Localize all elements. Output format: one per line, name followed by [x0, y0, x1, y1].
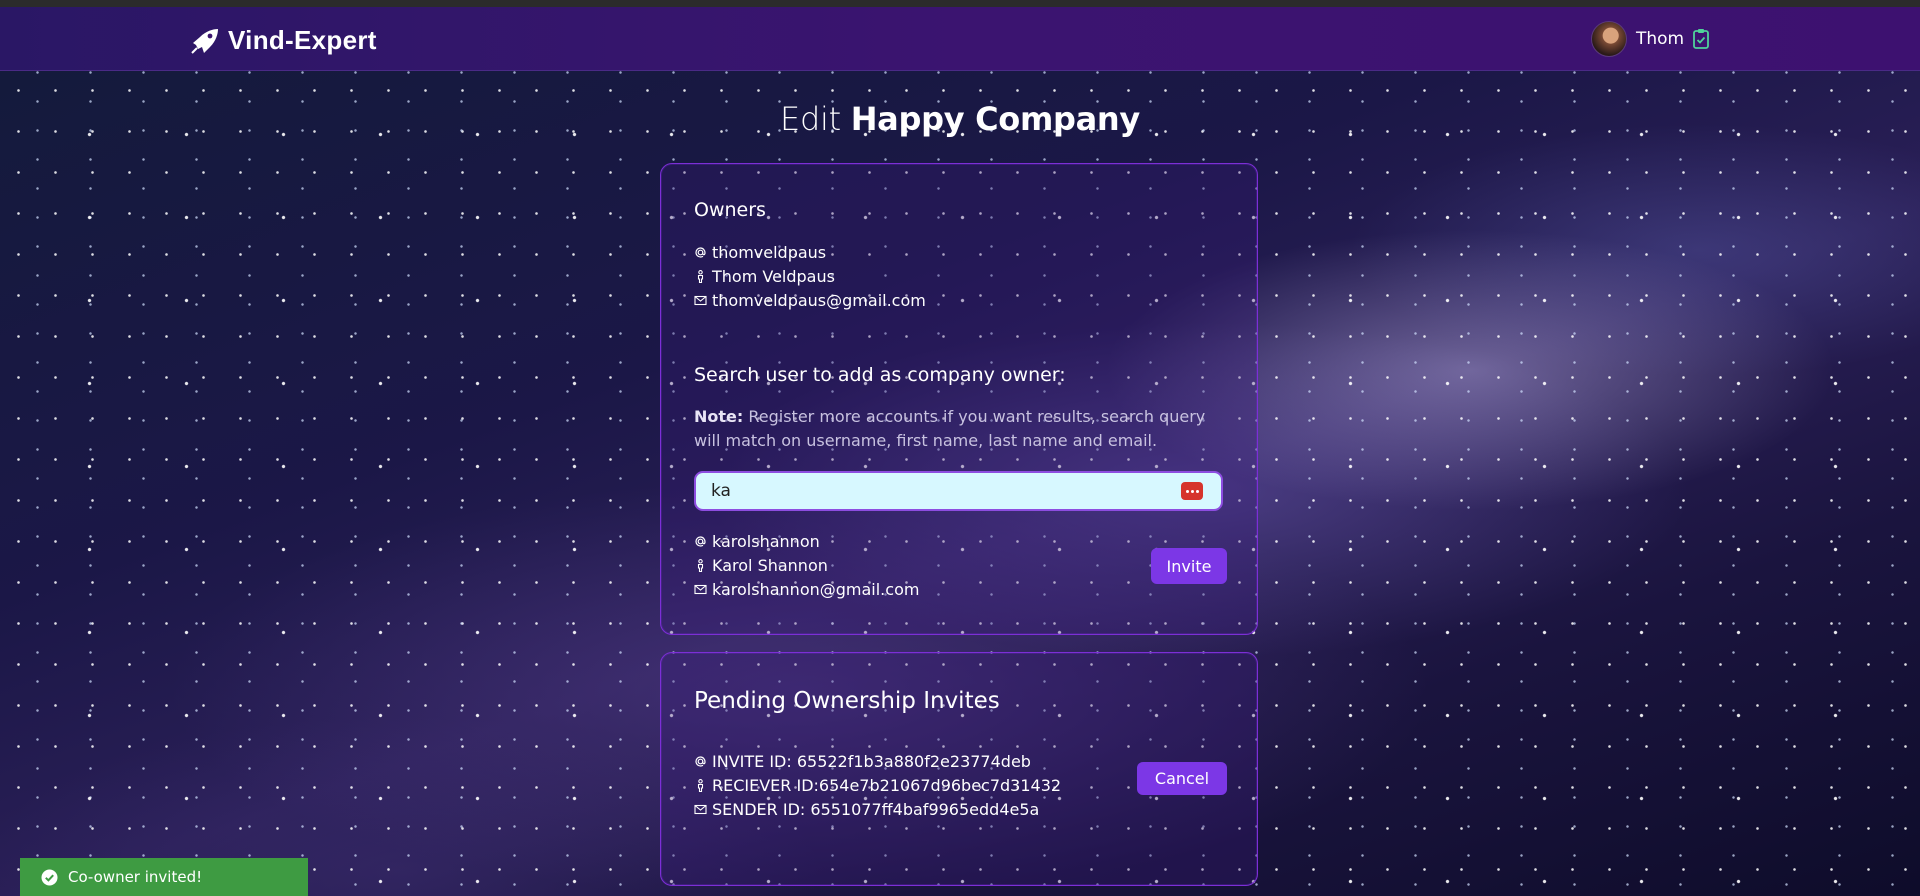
owner-email-row: thomveldpaus@gmail.com: [694, 291, 926, 310]
page-title-prefix: Edit: [780, 100, 841, 138]
receiver-id: RECIEVER ID:654e7b21067d96bec7d31432: [712, 776, 1062, 795]
search-input[interactable]: [696, 473, 1171, 509]
avatar[interactable]: [1591, 21, 1627, 57]
result-username-row: karolshannon: [694, 532, 820, 551]
sender-id: SENDER ID: 6551077ff4baf9965edd4e5a: [712, 800, 1040, 819]
result-email-row: karolshannon@gmail.com: [694, 580, 919, 599]
owners-heading: Owners: [694, 199, 766, 221]
top-navbar: Vind-Expert Thom: [0, 7, 1920, 71]
search-field[interactable]: [694, 471, 1223, 511]
note-text: Register more accounts if you want resul…: [694, 407, 1206, 450]
note-label: Note:: [694, 407, 744, 426]
user-menu[interactable]: Thom: [1591, 21, 1710, 57]
result-name-row: Karol Shannon: [694, 556, 828, 575]
owner-username-row: thomveldpaus: [694, 243, 826, 262]
person-icon: [697, 270, 704, 283]
success-toast[interactable]: Co-owner invited!: [20, 858, 308, 896]
cancel-invite-button[interactable]: Cancel: [1137, 762, 1227, 795]
person-icon: [697, 779, 704, 792]
company-name: Happy Company: [850, 100, 1141, 138]
result-username: karolshannon: [712, 532, 820, 551]
receiver-id-row: RECIEVER ID:654e7b21067d96bec7d31432: [694, 776, 1061, 795]
brand-link[interactable]: Vind-Expert: [190, 25, 377, 56]
result-email: karolshannon@gmail.com: [712, 580, 920, 599]
invite-button[interactable]: Invite: [1151, 548, 1227, 584]
owner-username: thomveldpaus: [712, 243, 827, 262]
invite-id-row: INVITE ID: 65522f1b3a880f2e23774deb: [694, 752, 1031, 771]
search-note: Note: Register more accounts if you want…: [694, 405, 1234, 453]
page-title: Edit Happy Company: [0, 100, 1920, 138]
pending-heading: Pending Ownership Invites: [694, 688, 1000, 714]
result-full-name: Karol Shannon: [712, 556, 828, 575]
owner-email: thomveldpaus@gmail.com: [712, 291, 926, 310]
clipboard-check-icon[interactable]: [1692, 28, 1710, 50]
at-icon: [695, 756, 706, 767]
person-icon: [697, 559, 704, 572]
rocket-icon: [191, 28, 218, 54]
owner-full-name: Thom Veldpaus: [712, 267, 835, 286]
browser-top-strip: [0, 0, 1920, 7]
password-manager-icon[interactable]: [1181, 482, 1203, 500]
invite-id: INVITE ID: 65522f1b3a880f2e23774deb: [712, 752, 1031, 771]
owner-name-row: Thom Veldpaus: [694, 267, 835, 286]
user-name[interactable]: Thom: [1636, 29, 1684, 49]
check-circle-icon: [41, 869, 58, 885]
envelope-icon: [694, 584, 707, 595]
toast-message: Co-owner invited!: [68, 868, 203, 886]
brand-name: Vind-Expert: [228, 25, 377, 55]
envelope-icon: [694, 804, 707, 815]
owners-card: Owners thomveldpaus Thom Veldpaus thomve…: [660, 163, 1258, 635]
envelope-icon: [694, 295, 707, 306]
sender-id-row: SENDER ID: 6551077ff4baf9965edd4e5a: [694, 800, 1039, 819]
at-icon: [695, 536, 706, 547]
pending-invites-card: Pending Ownership Invites INVITE ID: 655…: [660, 652, 1258, 886]
at-icon: [695, 247, 706, 258]
search-heading: Search user to add as company owner:: [694, 364, 1066, 386]
